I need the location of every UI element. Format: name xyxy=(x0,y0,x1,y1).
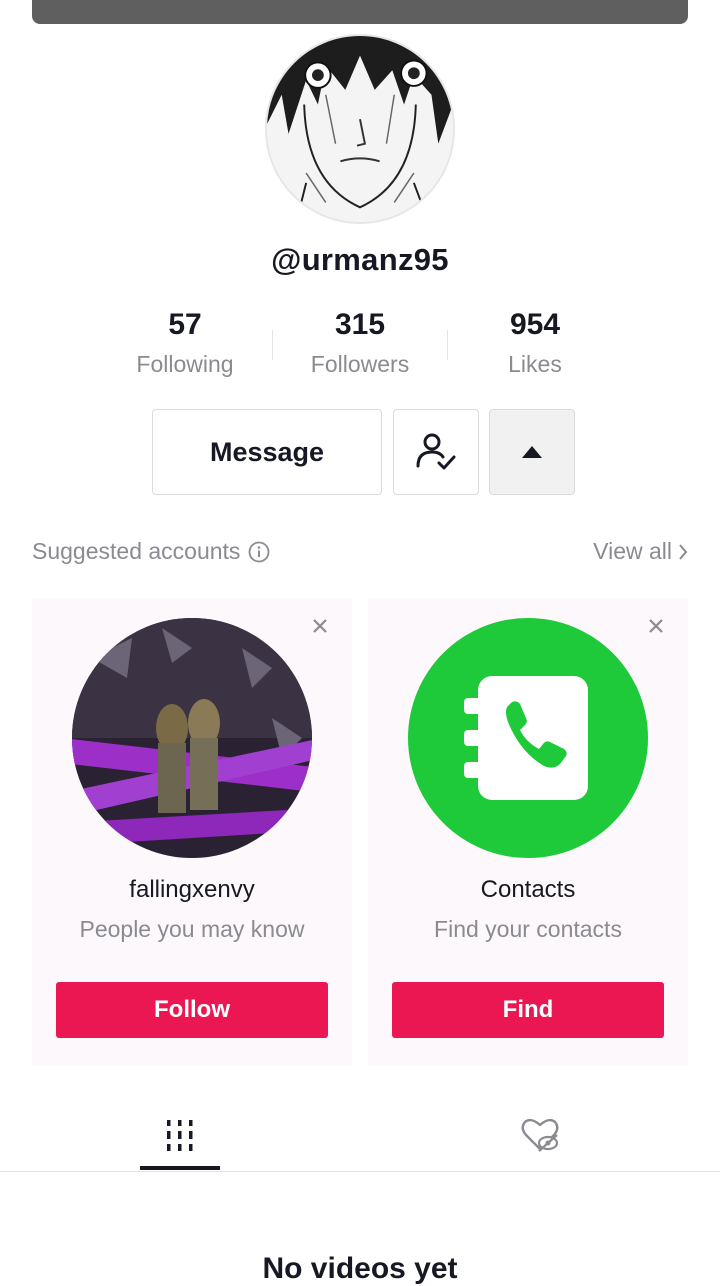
tab-active-indicator xyxy=(140,1166,220,1170)
profile-username: @urmanz95 xyxy=(271,242,449,277)
stat-divider xyxy=(447,330,448,360)
contacts-subtitle: Find your contacts xyxy=(434,916,622,942)
suggested-avatar[interactable] xyxy=(72,618,312,858)
find-button[interactable]: Find xyxy=(392,982,664,1038)
empty-state-title: No videos yet xyxy=(262,1252,458,1285)
info-icon[interactable] xyxy=(248,541,270,563)
message-button[interactable]: Message xyxy=(152,409,382,495)
tab-videos[interactable] xyxy=(120,1098,240,1172)
stat-following[interactable]: 57 Following xyxy=(110,306,260,378)
contacts-book-icon xyxy=(464,676,588,800)
user-check-icon xyxy=(416,433,456,470)
stat-likes-value: 954 xyxy=(509,308,561,341)
stat-following-value: 57 xyxy=(168,308,202,341)
suggested-subtitle: People you may know xyxy=(79,916,305,942)
stat-divider xyxy=(272,330,273,360)
friends-button[interactable] xyxy=(393,409,479,495)
caret-up-icon xyxy=(522,446,542,458)
tab-liked[interactable] xyxy=(480,1098,600,1172)
chevron-right-icon xyxy=(678,543,688,561)
suggestions-toggle-button[interactable] xyxy=(489,409,575,495)
stat-followers-label: Followers xyxy=(310,351,410,377)
close-icon[interactable] xyxy=(642,612,670,640)
contacts-name: Contacts xyxy=(480,876,576,903)
view-all-label: View all xyxy=(593,538,672,564)
profile-stats: 57 Following 315 Followers 954 Likes xyxy=(0,306,720,386)
top-bar xyxy=(32,0,688,24)
tabs-divider xyxy=(0,1171,720,1172)
stat-likes-label: Likes xyxy=(508,351,562,377)
suggested-name: fallingxenvy xyxy=(129,876,255,903)
stat-following-label: Following xyxy=(136,351,234,377)
stat-followers-value: 315 xyxy=(334,308,386,341)
grid-icon xyxy=(167,1120,193,1151)
profile-avatar[interactable] xyxy=(265,34,455,224)
suggested-card[interactable]: fallingxenvy People you may know Follow xyxy=(32,598,352,1066)
suggested-accounts-heading: Suggested accounts xyxy=(32,538,270,565)
suggested-accounts-label: Suggested accounts xyxy=(32,538,241,564)
stat-likes[interactable]: 954 Likes xyxy=(460,306,610,378)
warning-tape-photo-icon xyxy=(72,618,312,858)
hidden-heart-icon xyxy=(521,1118,559,1152)
close-icon[interactable] xyxy=(306,612,334,640)
follow-button[interactable]: Follow xyxy=(56,982,328,1038)
contacts-card[interactable]: Contacts Find your contacts Find xyxy=(368,598,688,1066)
view-all-link[interactable]: View all xyxy=(593,538,688,565)
stat-followers[interactable]: 315 Followers xyxy=(285,306,435,378)
manga-portrait-avatar-icon xyxy=(267,36,453,222)
contacts-avatar[interactable] xyxy=(408,618,648,858)
profile-tabs xyxy=(0,1098,720,1172)
